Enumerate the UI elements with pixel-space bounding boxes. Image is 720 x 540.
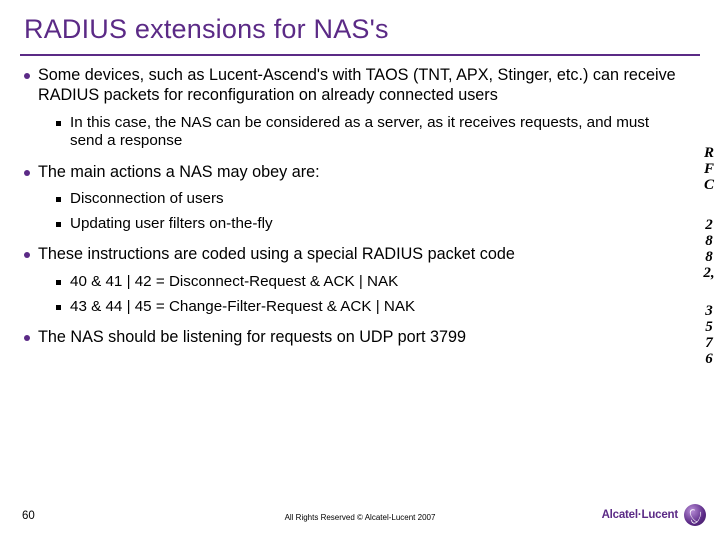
bullet-2-sub-2: Updating user filters on-the-fly — [56, 215, 680, 234]
content-area: Some devices, such as Lucent-Ascend's wi… — [24, 66, 680, 360]
slide-title: RADIUS extensions for NAS's — [24, 14, 389, 45]
slide: RADIUS extensions for NAS's Some devices… — [0, 0, 720, 540]
bullet-3-sub-1: 40 & 41 | 42 = Disconnect-Request & ACK … — [56, 273, 680, 292]
bullet-1: Some devices, such as Lucent-Ascend's wi… — [24, 66, 680, 151]
brand: Alcatel·Lucent — [602, 504, 706, 526]
side-group-rfc: R F C — [702, 146, 716, 194]
bullet-4-text: The NAS should be listening for requests… — [38, 328, 466, 346]
bullet-4: The NAS should be listening for requests… — [24, 328, 680, 348]
brand-logo-icon — [684, 504, 706, 526]
bullet-1-text: Some devices, such as Lucent-Ascend's wi… — [38, 66, 676, 104]
bullet-1-sub-1: In this case, the NAS can be considered … — [56, 114, 680, 151]
bullet-2-text: The main actions a NAS may obey are: — [38, 163, 320, 181]
bullet-3-sub-2: 43 & 44 | 45 = Change-Filter-Request & A… — [56, 298, 680, 317]
side-group-3576: 3 5 7 6 — [702, 304, 716, 368]
bullet-2: The main actions a NAS may obey are: Dis… — [24, 163, 680, 234]
brand-text: Alcatel·Lucent — [602, 509, 678, 521]
footer: 60 All Rights Reserved © Alcatel-Lucent … — [0, 496, 720, 540]
bullet-3-text: These instructions are coded using a spe… — [38, 245, 515, 263]
side-group-2882: 2 8 8 2, — [702, 218, 716, 282]
title-rule — [20, 54, 700, 56]
bullet-3: These instructions are coded using a spe… — [24, 245, 680, 316]
side-column: R F C 2 8 8 2, 3 5 7 6 — [702, 146, 716, 368]
bullet-2-sub-1: Disconnection of users — [56, 190, 680, 209]
